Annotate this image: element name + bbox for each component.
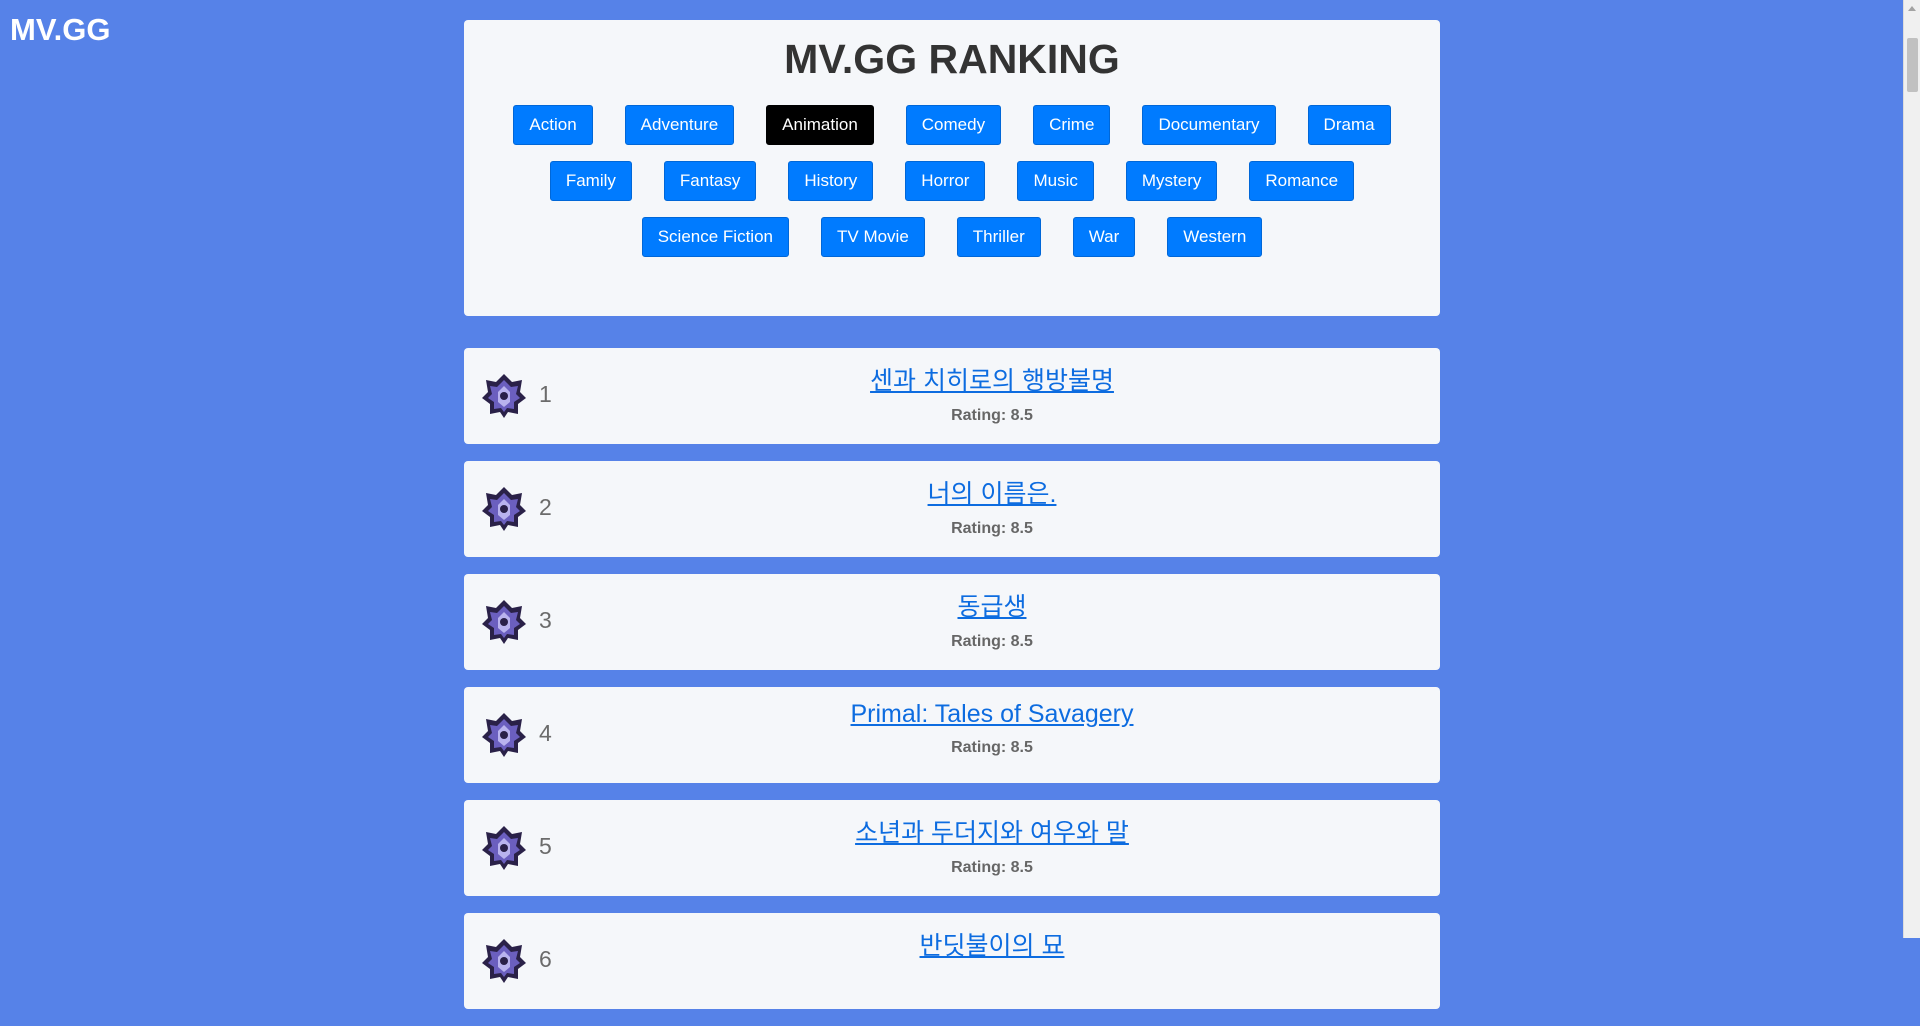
genre-button-history[interactable]: History	[788, 161, 874, 201]
genre-button-animation[interactable]: Animation	[766, 105, 874, 145]
page-title: MV.GG RANKING	[784, 36, 1120, 82]
movie-title-link[interactable]: 너의 이름은.	[928, 474, 1057, 510]
movie-card: 1 센과 치히로의 행방불명 Rating: 8.5	[464, 348, 1440, 444]
genre-button-family[interactable]: Family	[549, 161, 632, 201]
movie-info: 동급생 Rating: 8.5	[464, 587, 1440, 651]
movie-info: Primal: Tales of Savagery Rating: 8.5	[464, 700, 1440, 757]
genre-button-mystery[interactable]: Mystery	[1125, 161, 1218, 201]
movie-rating: Rating: 8.5	[951, 633, 1033, 650]
movie-card: 3 동급생 Rating: 8.5	[464, 574, 1440, 670]
genre-button-romance[interactable]: Romance	[1249, 161, 1355, 201]
movie-info: 센과 치히로의 행방불명 Rating: 8.5	[464, 361, 1440, 425]
genre-button-music[interactable]: Music	[1017, 161, 1094, 201]
ranking-header-card: MV.GG RANKING Action Adventure Animation…	[464, 20, 1440, 316]
genre-button-documentary[interactable]: Documentary	[1142, 105, 1276, 145]
movie-title-link[interactable]: 센과 치히로의 행방불명	[870, 361, 1114, 397]
movie-title-link[interactable]: Primal: Tales of Savagery	[851, 700, 1134, 729]
scroll-up-arrow-icon[interactable]	[1908, 6, 1916, 11]
genre-row-3: Science Fiction TV Movie Thriller War We…	[464, 217, 1440, 257]
movie-title-link[interactable]: 소년과 두더지와 여우와 말	[855, 813, 1129, 849]
genre-button-horror[interactable]: Horror	[905, 161, 986, 201]
genre-button-action[interactable]: Action	[513, 105, 593, 145]
movie-info: 반딧불이의 묘	[464, 926, 1440, 972]
movie-rating: Rating: 8.5	[951, 520, 1033, 537]
genre-button-thriller[interactable]: Thriller	[956, 217, 1041, 257]
genre-button-fantasy[interactable]: Fantasy	[663, 161, 757, 201]
movie-info: 소년과 두더지와 여우와 말 Rating: 8.5	[464, 813, 1440, 877]
movie-ranking-list: 1 센과 치히로의 행방불명 Rating: 8.5 2 너의 이름은. Rat…	[464, 348, 1440, 1026]
movie-card: 5 소년과 두더지와 여우와 말 Rating: 8.5	[464, 800, 1440, 896]
genre-button-adventure[interactable]: Adventure	[624, 105, 735, 145]
genre-button-comedy[interactable]: Comedy	[905, 105, 1002, 145]
site-logo[interactable]: MV.GG	[10, 12, 111, 48]
genre-row-2: Family Fantasy History Horror Music Myst…	[464, 161, 1440, 201]
movie-title-link[interactable]: 반딧불이의 묘	[920, 926, 1065, 962]
genre-button-drama[interactable]: Drama	[1307, 105, 1391, 145]
scrollbar-thumb[interactable]	[1907, 38, 1918, 92]
genre-button-science-fiction[interactable]: Science Fiction	[641, 217, 789, 257]
movie-rating: Rating: 8.5	[951, 859, 1033, 876]
movie-rating: Rating: 8.5	[951, 407, 1033, 424]
movie-card: 2 너의 이름은. Rating: 8.5	[464, 461, 1440, 557]
page-scrollbar[interactable]	[1903, 0, 1920, 938]
genre-button-western[interactable]: Western	[1167, 217, 1263, 257]
genre-row-1: Action Adventure Animation Comedy Crime …	[464, 105, 1440, 145]
movie-title-link[interactable]: 동급생	[957, 587, 1026, 623]
genre-button-tv-movie[interactable]: TV Movie	[821, 217, 925, 257]
movie-card: 4 Primal: Tales of Savagery Rating: 8.5	[464, 687, 1440, 783]
movie-card: 6 반딧불이의 묘	[464, 913, 1440, 1009]
movie-rating: Rating: 8.5	[951, 739, 1033, 756]
movie-info: 너의 이름은. Rating: 8.5	[464, 474, 1440, 538]
genre-button-war[interactable]: War	[1072, 217, 1136, 257]
genre-button-crime[interactable]: Crime	[1033, 105, 1111, 145]
